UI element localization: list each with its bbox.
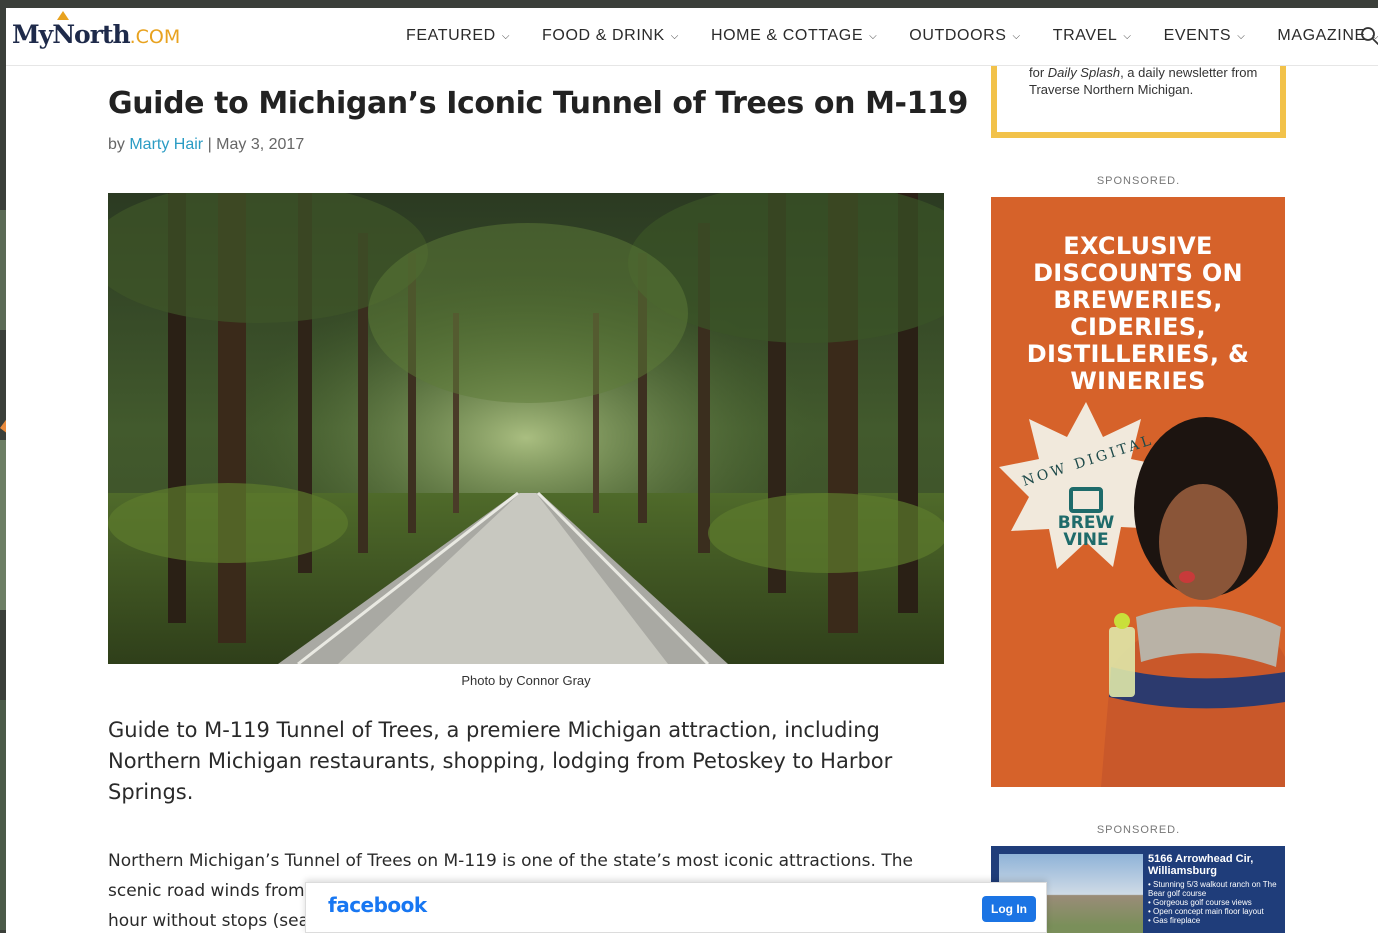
chevron-down-icon: ⌵ [869,30,878,42]
web-page: MyNorth.COM FEATURED ⌵ FOOD & DRINK ⌵ HOME… [6,8,1378,933]
site-header: MyNorth.COM FEATURED ⌵ FOOD & DRINK ⌵ HOME… [6,8,1378,66]
nav-item-label: FEATURED [406,27,496,44]
nav-item-label: MAGAZINE [1277,27,1366,44]
article-title: Guide to Michigan’s Iconic Tunnel of Tre… [108,86,969,121]
listing-features: • Stunning 5/3 walkout ranch on The Bear… [1148,880,1285,925]
nav-item-events[interactable]: EVENTS ⌵ [1164,27,1246,45]
newsletter-text: for Daily Splash, a daily newsletter fro… [1029,64,1279,98]
listing-feature: • Open concept main floor layout [1148,907,1264,916]
brewvine-logo: BREW VINE [1046,487,1126,549]
nav-item-home-cottage[interactable]: HOME & COTTAGE ⌵ [711,27,877,45]
brand-line-2: VINE [1063,530,1109,550]
nav-item-label: HOME & COTTAGE [710,27,864,44]
tunnel-of-trees-photo [108,193,944,664]
logo-suffix-text: .COM [129,26,181,48]
nav-item-featured[interactable]: FEATURED ⌵ [406,27,510,45]
search-icon[interactable] [1360,26,1378,46]
logo-main-text: MyNorth [12,20,131,49]
brewvine-mark-icon [1069,487,1103,513]
author-link[interactable]: Marty Hair [129,136,203,153]
nav-item-outdoors[interactable]: OUTDOORS ⌵ [909,27,1020,45]
byline-separator: | [203,136,217,153]
newsletter-name: Daily Splash [1047,65,1121,80]
article-lead: Guide to M-119 Tunnel of Trees, a premie… [108,718,893,804]
site-logo[interactable]: MyNorth.COM [12,11,181,49]
chevron-down-icon: ⌵ [670,30,679,42]
nav-item-label: OUTDOORS [909,27,1007,44]
newsletter-promo: for Daily Splash, a daily newsletter fro… [991,58,1286,138]
publish-date: May 3, 2017 [216,136,305,153]
nav-item-food-drink[interactable]: FOOD & DRINK ⌵ [542,27,679,45]
nav-item-label: FOOD & DRINK [542,27,665,44]
chevron-down-icon: ⌵ [1123,30,1132,42]
newsletter-prefix: for [1029,65,1048,80]
sponsored-label: SPONSORED. [1096,175,1181,187]
nav-item-label: EVENTS [1163,27,1232,44]
facebook-logo: facebook [328,893,427,917]
nav-item-travel[interactable]: TRAVEL ⌵ [1053,27,1132,45]
nav-item-label: TRAVEL [1052,27,1118,44]
facebook-login-button[interactable]: Log In [982,896,1036,922]
brewvine-ad[interactable]: EXCLUSIVE DISCOUNTS ON BREWERIES, CIDERI… [991,197,1285,787]
article-byline: by Marty Hair | May 3, 2017 [108,136,304,154]
ad-artwork [999,402,1285,787]
main-nav: FEATURED ⌵ FOOD & DRINK ⌵ HOME & COTTAGE ⌵ … [406,27,1378,45]
hero-photo [108,193,944,664]
chevron-down-icon: ⌵ [1012,30,1021,42]
listing-feature: • Gorgeous golf course views [1148,898,1252,907]
photo-caption: Photo by Connor Gray [461,673,591,688]
chevron-down-icon: ⌵ [501,30,511,42]
sponsored-label: SPONSORED. [1096,824,1181,836]
facebook-login-bar: facebook Log In [305,882,1047,933]
listing-feature: • Stunning 5/3 walkout ranch on The Bear… [1148,880,1277,898]
chevron-down-icon: ⌵ [1237,30,1246,42]
listing-address: 5166 Arrowhead Cir, Williamsburg [1148,853,1254,877]
logo-peak-icon [57,11,69,20]
listing-feature: • Gas fireplace [1148,916,1201,925]
byline-prefix: by [108,136,130,153]
body-line: Northern Michigan’s Tunnel of Trees on M… [108,851,913,871]
